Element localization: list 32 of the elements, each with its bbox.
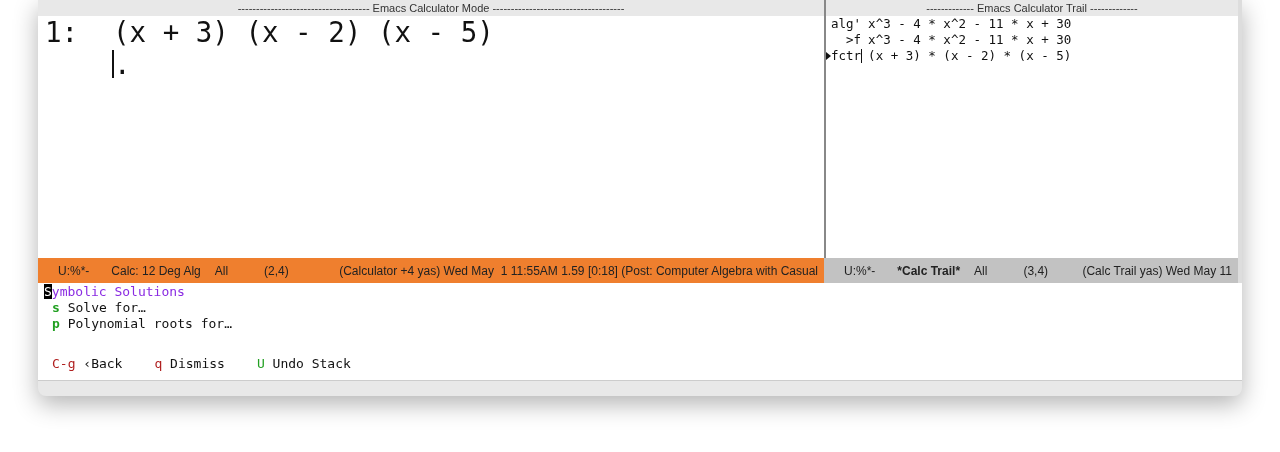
trail-entry: x^3 - 4 * x^2 - 11 * x + 30 (868, 14, 1072, 33)
mode-line-text: U:%*- (58, 262, 90, 280)
stack-entry: (x + 3) (x - 2) (x - 5) (113, 16, 494, 48)
menu-title: Symbolic Solutions (44, 284, 186, 300)
mode-line-text: *Calc Trail* (897, 262, 961, 280)
mode-line-text: U:%*- (844, 262, 876, 280)
menu-command[interactable]: C-g ‹Back (52, 356, 123, 372)
pointer-icon (826, 52, 831, 60)
mode-line-text: All (974, 262, 988, 280)
shortcut-key: U (256, 356, 265, 371)
shortcut-key: q (154, 356, 163, 371)
mode-line-text: (2,4) (264, 262, 289, 280)
trail-tag: fctr (826, 46, 863, 66)
menu-item[interactable]: s Solve for… (44, 300, 1242, 316)
shortcut-key: C-g (52, 356, 76, 371)
window-header: ------------- Emacs Calculator Trail ------------- (925, 1, 1139, 16)
shortcut-key: s (52, 300, 60, 315)
stack-index: 1: (45, 16, 80, 48)
stack-end-marker: . (114, 50, 131, 78)
trail-entry: (x + 3) * (x - 2) * (x - 5) (868, 46, 1072, 65)
menu-command[interactable]: U Undo Stack (256, 356, 351, 372)
trail-entry: x^3 - 4 * x^2 - 11 * x + 30 (868, 30, 1072, 49)
mode-line-text: (Calc Trail yas) Wed May 11 (1082, 262, 1232, 280)
mode-line-text: Calc: 12 Deg Alg (111, 262, 201, 280)
menu-command[interactable]: q Dismiss (154, 356, 225, 372)
text-cursor (112, 50, 114, 78)
mode-line-text: (Calculator +4 yas) Wed May 1 11:55AM 1.59 [0:18] (Post: Computer Algebra with Casual (339, 262, 818, 280)
mode-line-text: (3,4) (1023, 262, 1049, 280)
menu-item[interactable]: p Polynomial roots for… (44, 316, 1242, 332)
shortcut-key: p (52, 316, 60, 331)
mode-line-text: All (214, 262, 229, 280)
window-header: ------------------------------------ Emacs Calculator Mode ------------------------------------ (236, 1, 626, 16)
